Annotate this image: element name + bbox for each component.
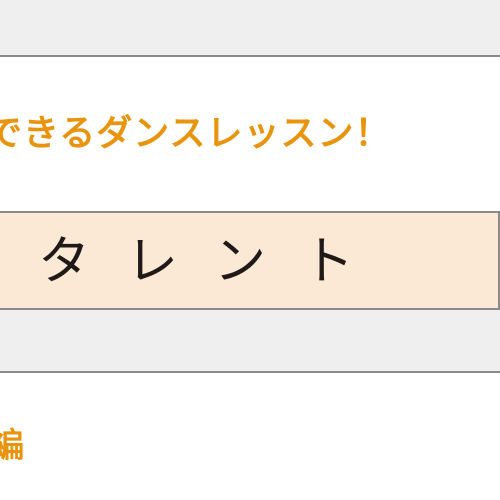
top-gray-band [0,0,500,57]
page: できるダンスレッスン！ タレント 編 [0,0,500,500]
bottom-text-fragment: 編 [0,426,24,466]
headline: できるダンスレッスン！ [0,113,392,154]
talent-label: タレント [38,232,391,292]
lower-gray-band [0,310,500,373]
